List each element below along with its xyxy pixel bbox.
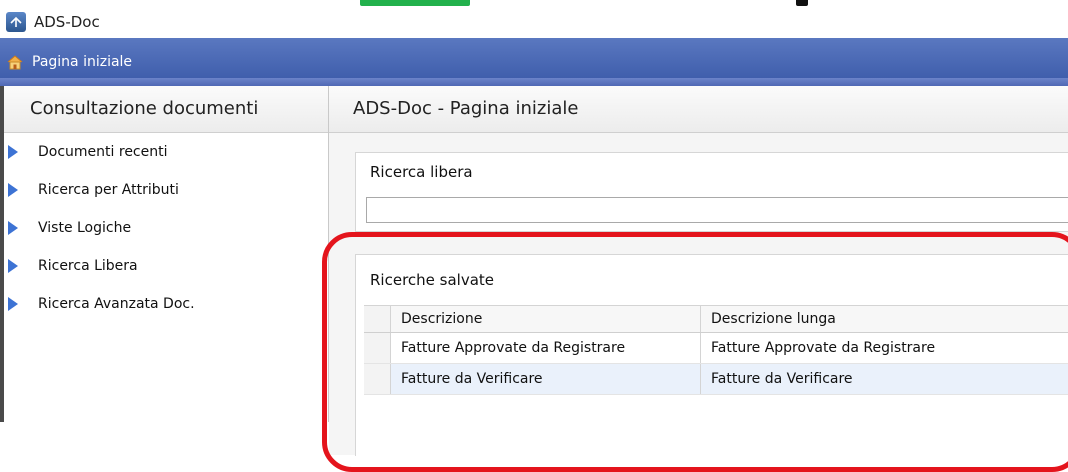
tab-label: Pagina iniziale — [32, 54, 133, 70]
navbar-stripe — [0, 78, 1068, 86]
sidebar-item-label: Ricerca per Attributi — [38, 182, 179, 198]
free-search-title: Ricerca libera — [370, 163, 473, 181]
sidebar-item-ricerca-libera[interactable]: Ricerca Libera — [0, 247, 328, 285]
blue-arrow-icon — [8, 297, 18, 311]
row-selector[interactable] — [364, 364, 391, 394]
sidebar-item-label: Viste Logiche — [38, 220, 132, 236]
grid-header-row: Descrizione Descrizione lunga — [364, 306, 1068, 333]
row-selector-header — [364, 306, 391, 332]
window-title: ADS-Doc — [34, 13, 100, 31]
sidebar-item-label: Documenti recenti — [38, 144, 168, 160]
sidebar: Consultazione documenti Documenti recent… — [0, 86, 329, 422]
blue-arrow-icon — [8, 259, 18, 273]
row-selector[interactable] — [364, 333, 391, 363]
sidebar-item-viste-logiche[interactable]: Viste Logiche — [0, 209, 328, 247]
free-search-panel: Ricerca libera — [355, 152, 1068, 232]
table-cell: Fatture Approvate da Registrare — [711, 340, 936, 356]
window-titlebar: ADS-Doc — [0, 6, 1068, 38]
sidebar-item-ricerca-avanzata-doc[interactable]: Ricerca Avanzata Doc. — [0, 285, 328, 323]
window-left-edge — [0, 86, 4, 422]
app-icon — [6, 12, 26, 32]
sidebar-item-ricerca-per-attributi[interactable]: Ricerca per Attributi — [0, 171, 328, 209]
blue-arrow-icon — [8, 145, 18, 159]
main-content: ADS-Doc - Pagina iniziale Ricerca libera… — [329, 86, 1068, 456]
saved-searches-title: Ricerche salvate — [370, 271, 495, 289]
table-cell: Fatture da Verificare — [391, 364, 701, 394]
table-row[interactable]: Fatture Approvate da Registrare Fatture … — [364, 333, 1068, 364]
table-cell: Fatture Approvate da Registrare — [391, 333, 701, 363]
sidebar-item-label: Ricerca Libera — [38, 258, 138, 274]
free-search-input[interactable] — [366, 197, 1068, 223]
column-header-descrizione[interactable]: Descrizione — [391, 306, 701, 332]
sidebar-header: Consultazione documenti — [0, 86, 328, 133]
column-header-descrizione-lunga[interactable]: Descrizione lunga — [701, 306, 1068, 332]
sidebar-item-documenti-recenti[interactable]: Documenti recenti — [0, 133, 328, 171]
sidebar-list: Documenti recenti Ricerca per Attributi … — [0, 133, 328, 323]
saved-searches-panel: Ricerche salvate Descrizione Descrizione… — [355, 254, 1068, 456]
blue-arrow-icon — [8, 221, 18, 235]
sidebar-item-label: Ricerca Avanzata Doc. — [38, 296, 195, 312]
tab-pagina-iniziale[interactable]: Pagina iniziale — [6, 50, 132, 74]
table-cell: Fatture da Verificare — [711, 371, 853, 387]
saved-searches-grid: Descrizione Descrizione lunga Fatture Ap… — [364, 305, 1068, 395]
navigation-bar: Pagina iniziale — [0, 38, 1068, 86]
page-title: ADS-Doc - Pagina iniziale — [329, 86, 1068, 133]
blue-arrow-icon — [8, 183, 18, 197]
home-icon — [7, 55, 23, 70]
table-row[interactable]: Fatture da Verificare Fatture da Verific… — [364, 364, 1068, 395]
